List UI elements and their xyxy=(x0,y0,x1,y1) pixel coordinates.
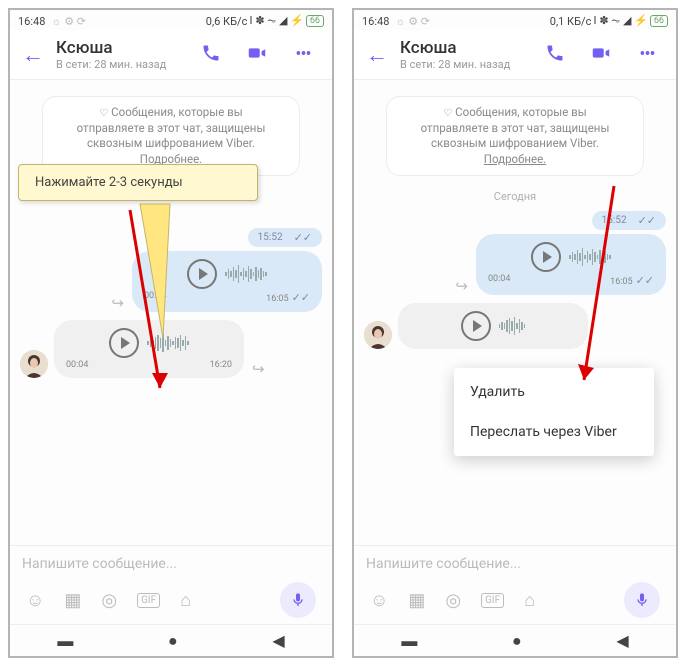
gallery-icon[interactable]: ▦ xyxy=(408,590,425,611)
menu-delete[interactable]: Удалить xyxy=(454,372,654,412)
sticker-icon[interactable]: ☺ xyxy=(370,590,388,611)
sticker-icon[interactable]: ☺ xyxy=(26,590,44,611)
phone-right: 16:48 ☼ ⚙ ⟳ 0,1 КБ/с ⵏ ✽ ⏦ ◢ ⚡ 66 ← Ксюш… xyxy=(352,8,678,658)
status-bar: 16:48 ☼ ⚙ ⟳ 0,6 КБ/с ⵏ ✽ ⏦ ◢ ⚡ 66 xyxy=(10,10,332,30)
more-icon[interactable]: ••• xyxy=(286,44,320,65)
status-net: 0,6 КБ/с xyxy=(206,15,248,28)
avatar[interactable] xyxy=(364,321,392,349)
gif-icon[interactable]: GIF xyxy=(481,593,504,608)
share-icon[interactable]: ↪ xyxy=(111,294,124,312)
play-icon[interactable] xyxy=(109,328,139,358)
back-icon[interactable]: ← xyxy=(366,42,388,68)
chat-title: Ксюша xyxy=(400,38,526,58)
chat-lastseen: В сети: 28 мин. назад xyxy=(56,58,182,71)
message-input[interactable]: Напишите сообщение... xyxy=(22,556,320,572)
chat-title: Ксюша xyxy=(56,38,182,58)
avatar[interactable] xyxy=(20,350,48,378)
menu-forward[interactable]: Переслать через Viber xyxy=(454,412,654,452)
nav-bar: ▬ ● ◀ xyxy=(354,624,676,656)
date-separator: Сегодня xyxy=(364,190,666,203)
back-icon[interactable]: ← xyxy=(22,42,44,68)
call-icon[interactable] xyxy=(538,43,572,67)
nav-home-icon[interactable]: ● xyxy=(168,631,178,651)
nav-back-icon[interactable]: ◀ xyxy=(616,631,628,650)
nav-home-icon[interactable]: ● xyxy=(512,631,522,651)
nav-bar: ▬ ● ◀ xyxy=(10,624,332,656)
share-icon[interactable]: ↪ xyxy=(252,360,265,378)
voice-msg-in[interactable] xyxy=(398,303,588,349)
waveform-icon xyxy=(499,314,526,338)
share-icon[interactable]: ↪ xyxy=(455,277,468,295)
mic-button[interactable] xyxy=(624,582,660,618)
waveform-icon xyxy=(569,245,611,269)
status-time: 16:48 xyxy=(362,15,389,28)
nav-recent-icon[interactable]: ▬ xyxy=(401,631,417,651)
shield-icon: ♡ xyxy=(99,108,108,119)
status-net: 0,1 КБ/с xyxy=(550,15,592,28)
camera-icon[interactable]: ◎ xyxy=(445,590,461,611)
nav-recent-icon[interactable]: ▬ xyxy=(57,631,73,651)
play-icon[interactable] xyxy=(187,259,217,289)
mic-button[interactable] xyxy=(280,582,316,618)
voice-msg-out[interactable]: 00:0416:05✓✓ xyxy=(476,234,666,295)
play-icon[interactable] xyxy=(461,311,491,341)
call-icon[interactable] xyxy=(194,43,228,67)
chat-header: ← Ксюша В сети: 28 мин. назад ••• xyxy=(10,30,332,79)
waveform-icon xyxy=(147,331,189,355)
gallery-icon[interactable]: ▦ xyxy=(64,590,81,611)
chat-header: ← Ксюша В сети: 28 мин. назад ••• xyxy=(354,30,676,79)
chat-lastseen: В сети: 28 мин. назад xyxy=(400,58,526,71)
voice-msg-out[interactable]: 00:0416:05✓✓ xyxy=(132,251,322,312)
waveform-icon xyxy=(225,262,267,286)
phone-left: 16:48 ☼ ⚙ ⟳ 0,6 КБ/с ⵏ ✽ ⏦ ◢ ⚡ 66 ← Ксюш… xyxy=(8,8,334,658)
video-icon[interactable] xyxy=(240,42,274,68)
status-bar: 16:48 ☼ ⚙ ⟳ 0,1 КБ/с ⵏ ✽ ⏦ ◢ ⚡ 66 xyxy=(354,10,676,30)
camera-icon[interactable]: ◎ xyxy=(101,590,117,611)
msg-out-time[interactable]: 15:52✓✓ xyxy=(248,228,322,247)
voice-msg-in[interactable]: 00:0416:20 xyxy=(54,320,244,378)
nav-back-icon[interactable]: ◀ xyxy=(272,631,284,650)
instruction-callout: Нажимайте 2-3 секунды xyxy=(18,164,258,201)
gif-icon[interactable]: GIF xyxy=(137,593,160,608)
shop-icon[interactable]: ⌂ xyxy=(524,590,535,611)
message-input[interactable]: Напишите сообщение... xyxy=(366,556,664,572)
msg-out-time[interactable]: 15:52✓✓ xyxy=(592,211,666,230)
more-icon[interactable]: ••• xyxy=(630,44,664,65)
shop-icon[interactable]: ⌂ xyxy=(180,590,191,611)
encryption-notice: ♡ Сообщения, которые вы отправляете в эт… xyxy=(386,96,644,176)
shield-icon: ♡ xyxy=(443,108,452,119)
play-icon[interactable] xyxy=(531,242,561,272)
context-menu: Удалить Переслать через Viber xyxy=(454,368,654,456)
status-time: 16:48 xyxy=(18,15,45,28)
video-icon[interactable] xyxy=(584,42,618,68)
encryption-more-link[interactable]: Подробнее. xyxy=(484,152,546,166)
